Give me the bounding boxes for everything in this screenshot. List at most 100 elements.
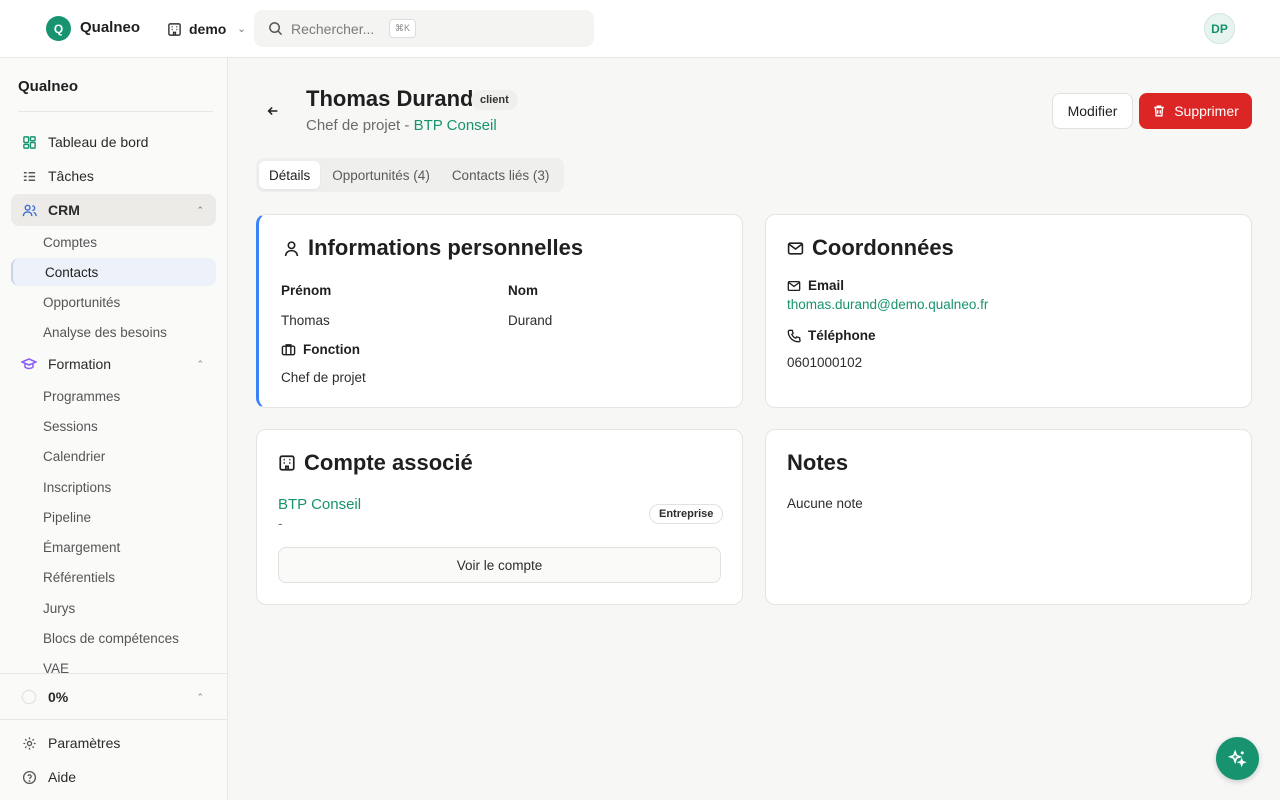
notes-empty: Aucune note — [787, 496, 863, 511]
sidebar-item-label: Formation — [48, 356, 112, 372]
brand-name[interactable]: Qualneo — [80, 19, 140, 36]
card-title: Notes — [787, 450, 849, 475]
user-avatar[interactable]: DP — [1204, 13, 1235, 44]
card-title-text: Coordonnées — [812, 235, 954, 260]
personal-info-card: Informations personnelles Prénom Thomas … — [256, 214, 743, 408]
help-icon — [21, 769, 37, 785]
card-title-text: Compte associé — [304, 450, 473, 475]
divider — [18, 111, 213, 112]
subtitle-separator: - — [400, 117, 414, 134]
sidebar-item-label: Tâches — [48, 168, 94, 184]
notes-card: Notes Aucune note — [765, 429, 1252, 605]
company-link[interactable]: BTP Conseil — [414, 117, 497, 134]
graduation-cap-icon — [21, 356, 37, 372]
sidebar-subitem-calendrier[interactable]: Calendrier — [11, 442, 216, 470]
account-type-badge: Entreprise — [649, 504, 724, 524]
account-detail: - — [278, 516, 283, 531]
sidebar-subitem-inscriptions[interactable]: Inscriptions — [11, 473, 216, 501]
contact-role: Chef de projet — [306, 117, 401, 134]
workspace-switcher[interactable]: demo ⌄ — [166, 18, 246, 40]
sidebar-subitem-blocs[interactable]: Blocs de compétences — [11, 624, 216, 652]
sidebar-subitem-sessions[interactable]: Sessions — [11, 412, 216, 440]
sidebar-subitem-analyse[interactable]: Analyse des besoins — [11, 318, 216, 346]
associated-account-card: Compte associé BTP Conseil - Entreprise … — [256, 429, 743, 605]
account-name-link[interactable]: BTP Conseil — [278, 496, 361, 513]
sidebar-subitem-programmes[interactable]: Programmes — [11, 382, 216, 410]
sidebar-subitem-contacts[interactable]: Contacts — [11, 258, 216, 286]
tab-opportunities[interactable]: Opportunités (4) — [322, 161, 440, 189]
sidebar-item-help[interactable]: Aide — [11, 761, 216, 793]
search-shortcut: ⌘K — [389, 19, 417, 38]
search-bar[interactable]: ⌘K — [254, 10, 594, 47]
onboarding-progress[interactable]: 0% ⌃ — [11, 681, 216, 713]
sidebar-subitem-emargement[interactable]: Émargement — [11, 533, 216, 561]
chevron-down-icon: ⌄ — [237, 23, 246, 35]
gear-icon — [21, 735, 37, 751]
sidebar-item-crm[interactable]: CRM ⌃ — [11, 194, 216, 226]
sidebar-subitem-pipeline[interactable]: Pipeline — [11, 503, 216, 531]
briefcase-icon — [281, 344, 296, 356]
tab-details[interactable]: Détails — [259, 161, 321, 189]
top-bar: Q Qualneo demo ⌄ ⌘K DP — [0, 0, 1280, 58]
chevron-up-icon: ⌃ — [196, 204, 204, 215]
function-value: Chef de projet — [281, 370, 366, 385]
sidebar-subitem-jurys[interactable]: Jurys — [11, 594, 216, 622]
mail-icon — [787, 241, 804, 255]
sidebar-subitem-opportunites[interactable]: Opportunités — [11, 288, 216, 316]
tab-linked-contacts[interactable]: Contacts liés (3) — [442, 161, 560, 189]
last-name-value: Durand — [508, 313, 553, 328]
card-title: Informations personnelles — [283, 235, 583, 261]
contact-subtitle: Chef de projet - BTP Conseil — [306, 117, 497, 134]
last-name-label: Nom — [508, 283, 538, 298]
sidebar-item-settings[interactable]: Paramètres — [11, 727, 216, 759]
dashboard-icon — [21, 134, 37, 150]
sidebar-subitem-comptes[interactable]: Comptes — [11, 228, 216, 256]
search-input[interactable] — [291, 20, 381, 37]
view-account-button[interactable]: Voir le compte — [278, 547, 721, 583]
delete-button-label: Supprimer — [1174, 103, 1239, 119]
trash-icon — [1154, 105, 1165, 117]
sidebar-subitem-referentiels[interactable]: Référentiels — [11, 563, 216, 591]
phone-label: Téléphone — [787, 328, 876, 343]
divider — [0, 719, 227, 720]
sidebar-item-label: Paramètres — [48, 735, 121, 751]
first-name-value: Thomas — [281, 313, 330, 328]
phone-icon — [787, 329, 801, 342]
sidebar-item-formation[interactable]: Formation ⌃ — [11, 348, 216, 380]
contact-type-badge: client — [471, 90, 518, 110]
phone-label-text: Téléphone — [808, 328, 876, 343]
sidebar-title: Qualneo — [18, 78, 79, 95]
app-logo[interactable]: Q — [46, 16, 71, 41]
email-label-text: Email — [808, 278, 845, 293]
sidebar-item-tasks[interactable]: Tâches — [11, 160, 216, 192]
tasks-icon — [21, 168, 37, 184]
mail-icon — [787, 280, 801, 291]
card-title: Coordonnées — [787, 235, 954, 261]
users-icon — [21, 202, 37, 218]
phone-value[interactable]: 0601000102 — [787, 355, 862, 370]
sidebar-subitem-vae[interactable]: VAE — [11, 654, 216, 682]
email-label: Email — [787, 278, 844, 293]
sidebar-item-label: Tableau de bord — [48, 134, 149, 150]
chevron-up-icon: ⌃ — [196, 691, 204, 702]
contact-name: Thomas Durand — [306, 86, 474, 111]
email-link[interactable]: thomas.durand@demo.qualneo.fr — [787, 297, 988, 312]
card-title: Compte associé — [278, 450, 473, 476]
chevron-up-icon: ⌃ — [196, 358, 204, 369]
first-name-label: Prénom — [281, 283, 332, 298]
ai-assistant-button[interactable] — [1216, 737, 1259, 780]
edit-button[interactable]: Modifier — [1052, 93, 1133, 129]
divider — [0, 673, 227, 674]
card-title-text: Informations personnelles — [308, 235, 584, 260]
user-icon — [284, 240, 299, 256]
delete-button[interactable]: Supprimer — [1139, 93, 1252, 129]
building-icon — [279, 455, 295, 471]
sidebar-item-dashboard[interactable]: Tableau de bord — [11, 126, 216, 158]
progress-ring-icon — [21, 689, 37, 705]
function-label-text: Fonction — [303, 342, 360, 357]
sidebar-item-label: Aide — [48, 769, 77, 785]
contact-details-card: Coordonnées Email thomas.durand@demo.qua… — [765, 214, 1252, 408]
back-button[interactable] — [262, 100, 284, 122]
arrow-left-icon — [267, 106, 278, 116]
detail-tabs: Détails Opportunités (4) Contacts liés (… — [256, 158, 564, 192]
